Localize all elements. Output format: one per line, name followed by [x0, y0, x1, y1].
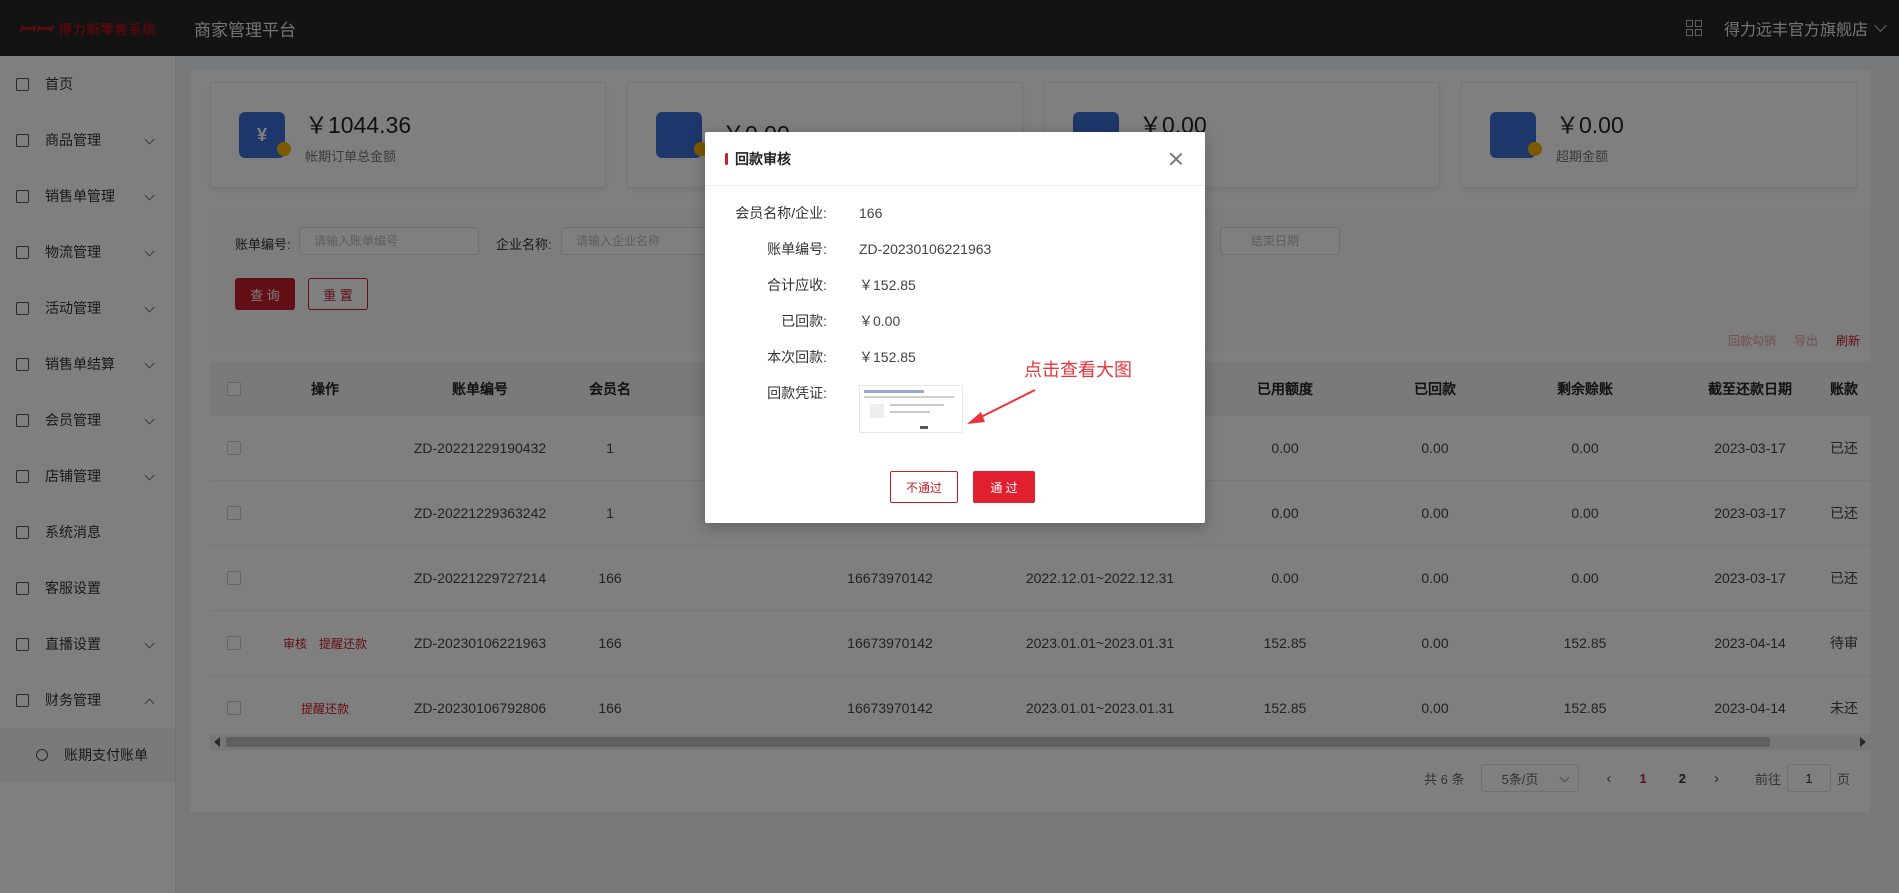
- field-paid: 已回款: ￥0.00: [705, 309, 1205, 333]
- field-value: ZD-20230106221963: [859, 241, 992, 257]
- field-total-receivable: 合计应收: ￥152.85: [705, 273, 1205, 297]
- annotation-arrow-icon: [967, 389, 1036, 424]
- field-bill-no: 账单编号: ZD-20230106221963: [705, 237, 1205, 261]
- field-value: ￥0.00: [859, 313, 901, 329]
- dialog-header: 回款审核: [705, 132, 1205, 186]
- field-label: 账单编号:: [767, 241, 827, 257]
- field-label: 会员名称/企业:: [735, 205, 827, 221]
- annotation-text: 点击查看大图: [1024, 360, 1132, 380]
- approve-button[interactable]: 通 过: [973, 471, 1035, 503]
- field-member: 会员名称/企业: 166: [705, 201, 1205, 225]
- field-value: ￥152.85: [859, 277, 916, 293]
- field-value: ￥152.85: [859, 349, 916, 365]
- field-label: 已回款:: [781, 313, 827, 329]
- title-accent-bar: [725, 152, 728, 165]
- field-label: 合计应收:: [767, 277, 827, 293]
- field-value: 166: [859, 205, 883, 221]
- close-icon[interactable]: [1169, 152, 1183, 166]
- field-label: 回款凭证:: [767, 385, 827, 401]
- field-label: 本次回款:: [767, 349, 827, 365]
- reject-button[interactable]: 不通过: [890, 471, 958, 503]
- payment-review-dialog: 回款审核 会员名称/企业: 166 账单编号: ZD-20230106221963 …: [705, 132, 1205, 523]
- voucher-thumbnail[interactable]: [859, 385, 963, 433]
- dialog-title: 回款审核: [735, 150, 791, 167]
